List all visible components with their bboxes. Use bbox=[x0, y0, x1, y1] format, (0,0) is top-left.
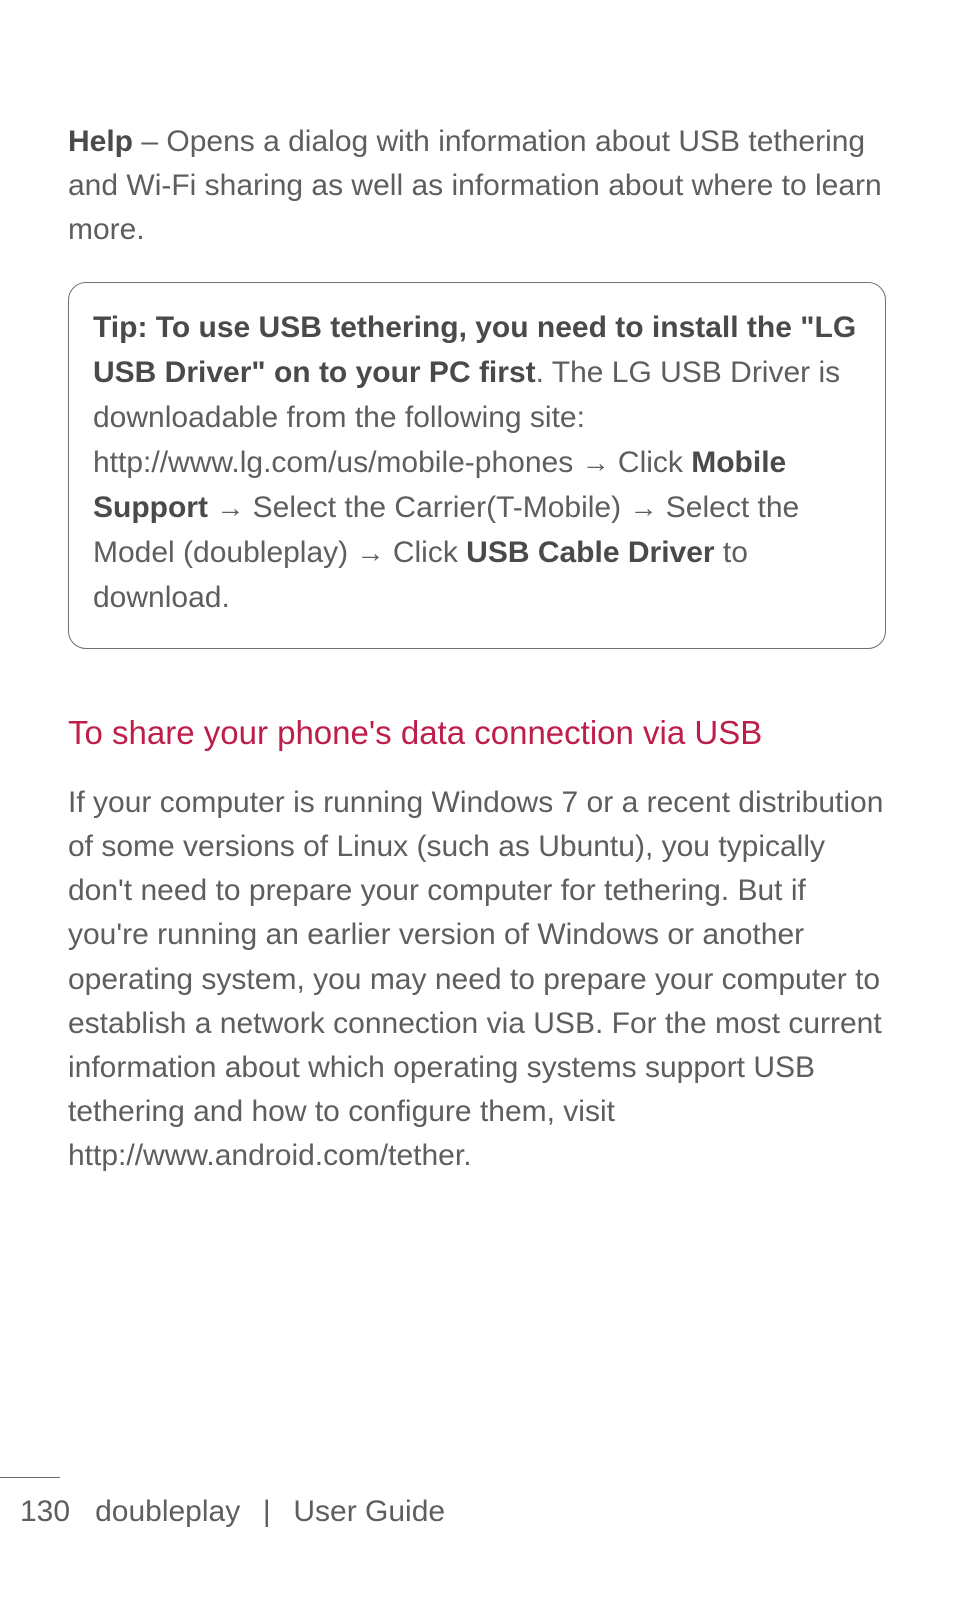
arrow-icon: → bbox=[629, 487, 657, 529]
arrow-icon: → bbox=[356, 532, 384, 574]
footer-product: doubleplay bbox=[95, 1495, 240, 1528]
page-number: 130 bbox=[20, 1495, 70, 1529]
help-paragraph: Help – Opens a dialog with information a… bbox=[68, 120, 886, 252]
tip-select-carrier: Select the Carrier(T-Mobile) bbox=[244, 491, 629, 524]
tip-click2: Click bbox=[384, 536, 466, 569]
footer-text: 130 doubleplay | User Guide bbox=[0, 1495, 954, 1529]
help-text: Opens a dialog with information about US… bbox=[68, 125, 882, 246]
tip-click1: Click bbox=[610, 446, 692, 479]
tip-usb-cable-driver: USB Cable Driver bbox=[466, 536, 714, 569]
section-heading: To share your phone's data connection vi… bbox=[68, 709, 886, 757]
help-dash: – bbox=[133, 125, 166, 158]
help-label: Help bbox=[68, 125, 133, 158]
footer-rule bbox=[0, 1477, 60, 1478]
section-body: If your computer is running Windows 7 or… bbox=[68, 781, 886, 1178]
arrow-icon: → bbox=[582, 442, 610, 484]
arrow-icon: → bbox=[216, 487, 244, 529]
footer-separator: | bbox=[263, 1495, 271, 1529]
tip-paragraph: Tip: To use USB tethering, you need to i… bbox=[93, 305, 861, 620]
tip-box: Tip: To use USB tethering, you need to i… bbox=[68, 282, 886, 649]
page-footer: 130 doubleplay | User Guide bbox=[0, 1495, 954, 1529]
footer-title: User Guide bbox=[293, 1495, 445, 1528]
